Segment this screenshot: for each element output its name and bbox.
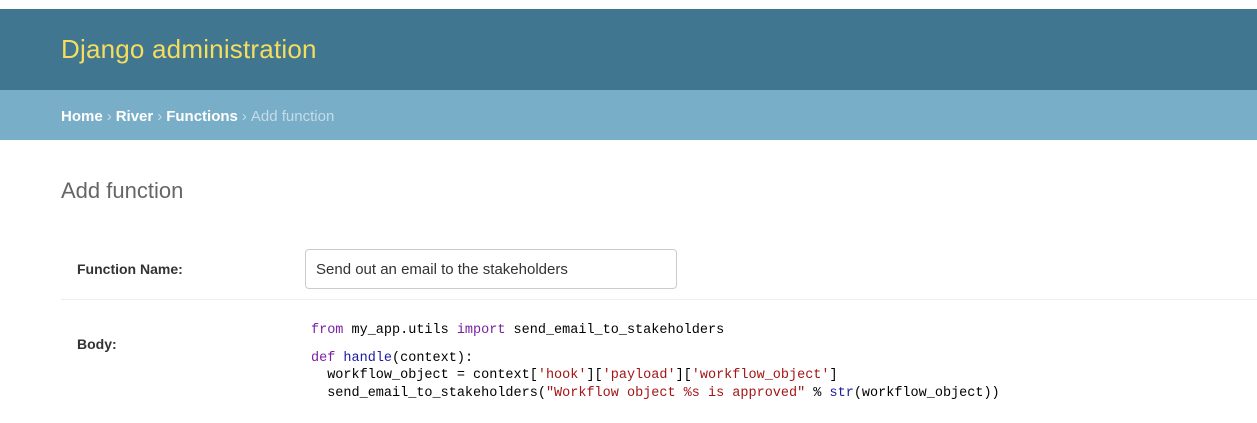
breadcrumb-current: Add function bbox=[250, 108, 335, 125]
code-text: workflow_object = context[ bbox=[311, 368, 538, 383]
body-code-editor[interactable]: from my_app.utils import send_email_to_s… bbox=[311, 322, 1000, 402]
code-text: ][ bbox=[675, 368, 692, 383]
code-text: ][ bbox=[586, 368, 603, 383]
code-text: (workflow_object)) bbox=[853, 385, 1000, 401]
breadcrumb-home[interactable]: Home bbox=[61, 108, 103, 125]
code-text: my_app.utils bbox=[343, 323, 457, 338]
code-string: 'workflow_object' bbox=[691, 368, 830, 383]
breadcrumb-separator: › bbox=[106, 108, 112, 125]
code-string: 'hook' bbox=[537, 368, 587, 383]
function-name-input[interactable] bbox=[305, 249, 677, 289]
code-string: 'payload' bbox=[602, 368, 676, 383]
breadcrumb-river[interactable]: River bbox=[116, 108, 154, 125]
code-line-1: from my_app.utils import send_email_to_s… bbox=[311, 322, 1000, 340]
code-text: send_email_to_stakeholders bbox=[505, 323, 725, 338]
site-brand[interactable]: Django administration bbox=[61, 9, 1257, 90]
function-name-row: Function Name: bbox=[61, 242, 1257, 300]
code-function-name: handle bbox=[343, 350, 393, 366]
header: Django administration bbox=[0, 9, 1257, 90]
code-line-2: def handle(context): bbox=[311, 350, 1000, 368]
page-title: Add function bbox=[61, 178, 184, 203]
breadcrumb-separator: › bbox=[241, 108, 247, 125]
code-string: "Workflow object %s is approved" bbox=[545, 385, 806, 401]
body-row: Body: from my_app.utils import send_emai… bbox=[61, 300, 1257, 423]
breadcrumb: Home › River › Functions › Add function bbox=[0, 90, 1257, 140]
code-text: (context): bbox=[392, 350, 474, 366]
body-label: Body: bbox=[77, 336, 117, 352]
code-text: % bbox=[805, 385, 830, 401]
breadcrumb-functions[interactable]: Functions bbox=[166, 108, 238, 125]
code-keyword: from bbox=[311, 323, 344, 338]
code-keyword: import bbox=[456, 323, 506, 338]
function-name-label: Function Name: bbox=[77, 261, 183, 277]
code-text: ] bbox=[829, 368, 838, 383]
top-strip bbox=[0, 0, 1257, 9]
code-text: send_email_to_stakeholders( bbox=[311, 385, 546, 401]
code-line-4: send_email_to_stakeholders("Workflow obj… bbox=[311, 385, 1000, 403]
code-line-3: workflow_object = context['hook']['paylo… bbox=[311, 367, 1000, 385]
code-builtin: str bbox=[829, 385, 854, 401]
breadcrumb-separator: › bbox=[157, 108, 163, 125]
code-keyword: def bbox=[311, 350, 336, 366]
